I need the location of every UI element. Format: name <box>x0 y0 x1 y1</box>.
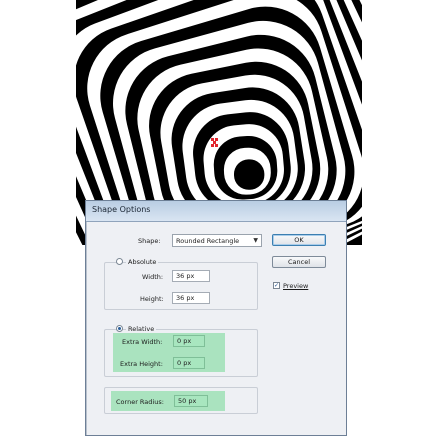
extra-height-label: Extra Height: <box>120 360 163 368</box>
relative-radio[interactable] <box>116 325 123 332</box>
height-label: Height: <box>140 295 164 303</box>
preview-label: Preview <box>283 282 309 290</box>
relative-label: Relative <box>126 325 157 333</box>
shape-select-value: Rounded Rectangle <box>176 237 240 245</box>
width-input[interactable]: 36 px <box>172 270 210 282</box>
shape-label: Shape: <box>138 237 161 245</box>
absolute-label: Absolute <box>126 258 159 266</box>
artwork-ring <box>233 159 265 190</box>
chevron-down-icon: ▼ <box>253 237 258 244</box>
corner-radius-input[interactable]: 50 px <box>174 395 208 407</box>
extra-width-label: Extra Width: <box>122 338 163 346</box>
dialog-titlebar[interactable]: Shape Options <box>86 201 346 222</box>
preview-checkbox[interactable]: ✓ <box>273 282 280 289</box>
cancel-button[interactable]: Cancel <box>272 256 326 268</box>
extra-width-input[interactable]: 0 px <box>173 335 205 347</box>
shape-select[interactable]: Rounded Rectangle ▼ <box>172 234 262 247</box>
corner-radius-label: Corner Radius: <box>116 398 164 406</box>
shape-options-dialog: Shape Options Shape: Rounded Rectangle ▼… <box>85 200 347 436</box>
dialog-title: Shape Options <box>92 205 151 214</box>
width-label: Width: <box>142 273 164 281</box>
height-input[interactable]: 36 px <box>172 292 210 304</box>
absolute-radio[interactable] <box>116 258 123 265</box>
ok-button[interactable]: OK <box>272 234 326 246</box>
extra-height-input[interactable]: 0 px <box>173 357 205 369</box>
